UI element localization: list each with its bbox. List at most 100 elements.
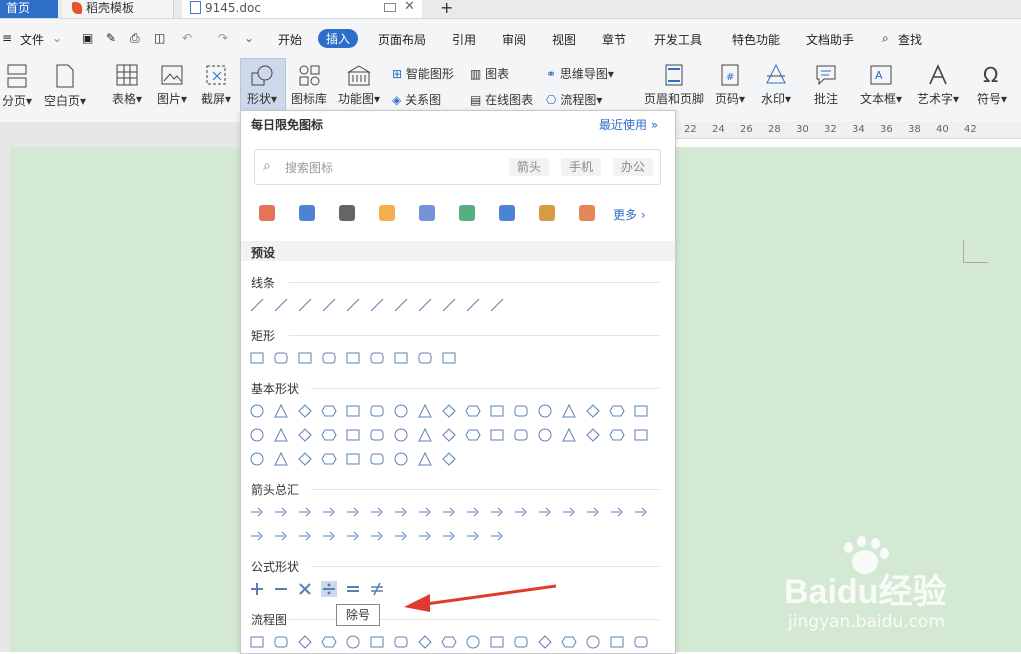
- shape-item[interactable]: [609, 634, 625, 650]
- shape-item[interactable]: [369, 634, 385, 650]
- shape-item[interactable]: [273, 504, 289, 520]
- tab-home[interactable]: 首页: [0, 0, 58, 18]
- shape-item[interactable]: [441, 634, 457, 650]
- shape-item[interactable]: [249, 528, 265, 544]
- shape-item[interactable]: [273, 528, 289, 544]
- menu-references[interactable]: 引用: [452, 31, 476, 48]
- search-icon[interactable]: ⌕: [882, 31, 889, 46]
- shape-item[interactable]: [489, 427, 505, 443]
- shape-item[interactable]: [561, 403, 577, 419]
- shape-item[interactable]: [297, 350, 313, 366]
- shape-item[interactable]: [249, 634, 265, 650]
- shape-item[interactable]: [345, 297, 361, 313]
- comment-button[interactable]: 批注: [810, 64, 842, 107]
- shape-item[interactable]: [489, 297, 505, 313]
- shape-item[interactable]: [393, 403, 409, 419]
- shape-item[interactable]: [417, 528, 433, 544]
- shape-item[interactable]: [321, 504, 337, 520]
- shape-item[interactable]: [609, 427, 625, 443]
- shape-item[interactable]: [321, 451, 337, 467]
- shape-item[interactable]: [369, 403, 385, 419]
- page-number-button[interactable]: # 页码▾: [712, 64, 748, 107]
- hamburger-icon[interactable]: ≡: [2, 31, 12, 45]
- shape-item[interactable]: [441, 504, 457, 520]
- menu-start[interactable]: 开始: [278, 31, 302, 48]
- shape-item[interactable]: [369, 528, 385, 544]
- shape-item[interactable]: [297, 581, 313, 597]
- shape-item[interactable]: [273, 581, 289, 597]
- shape-item[interactable]: [465, 403, 481, 419]
- tab-document[interactable]: 9145.doc ✕: [182, 0, 422, 18]
- shape-item[interactable]: [393, 350, 409, 366]
- shape-item[interactable]: [633, 504, 649, 520]
- shape-item[interactable]: [321, 350, 337, 366]
- shape-item[interactable]: [465, 427, 481, 443]
- shape-item[interactable]: [345, 504, 361, 520]
- shape-item[interactable]: [273, 451, 289, 467]
- shape-item[interactable]: [561, 634, 577, 650]
- shape-item[interactable]: [321, 634, 337, 650]
- shape-item[interactable]: [585, 427, 601, 443]
- tab-daoke-templates[interactable]: 稻壳模板: [62, 0, 174, 18]
- shape-item[interactable]: [273, 427, 289, 443]
- shape-item[interactable]: [441, 297, 457, 313]
- shape-item[interactable]: [417, 504, 433, 520]
- shape-item[interactable]: [489, 634, 505, 650]
- shape-item[interactable]: [633, 403, 649, 419]
- mind-map-button[interactable]: ⚭ 思维导图▾: [546, 65, 614, 82]
- shape-item[interactable]: [393, 634, 409, 650]
- shape-item[interactable]: [321, 403, 337, 419]
- page-break-button[interactable]: 分页▾: [0, 64, 34, 109]
- shape-item[interactable]: [441, 403, 457, 419]
- shape-item[interactable]: [465, 528, 481, 544]
- new-tab-button[interactable]: +: [440, 0, 453, 18]
- shape-item[interactable]: [417, 634, 433, 650]
- shape-item[interactable]: [417, 350, 433, 366]
- shape-item[interactable]: [633, 427, 649, 443]
- shape-item[interactable]: [297, 427, 313, 443]
- shape-item[interactable]: [297, 634, 313, 650]
- header-footer-button[interactable]: 页眉和页脚: [642, 64, 706, 107]
- shape-item[interactable]: [561, 427, 577, 443]
- shape-item[interactable]: [297, 297, 313, 313]
- relation-chart-button[interactable]: ◈ 关系图: [392, 91, 441, 108]
- shape-item[interactable]: [297, 528, 313, 544]
- shape-item[interactable]: [321, 297, 337, 313]
- shape-item[interactable]: [369, 504, 385, 520]
- shape-item[interactable]: [513, 403, 529, 419]
- shape-item[interactable]: [465, 297, 481, 313]
- menu-section[interactable]: 章节: [602, 31, 626, 48]
- screenshot-button[interactable]: 截屏▾: [198, 64, 234, 107]
- shape-item[interactable]: [513, 634, 529, 650]
- shape-item[interactable]: [441, 451, 457, 467]
- shape-item[interactable]: [537, 504, 553, 520]
- shape-item[interactable]: [321, 427, 337, 443]
- flowchart-button[interactable]: ⎔ 流程图▾: [546, 91, 602, 108]
- shape-item[interactable]: [417, 427, 433, 443]
- shape-item[interactable]: [585, 634, 601, 650]
- shape-item[interactable]: [417, 297, 433, 313]
- shape-item[interactable]: [609, 403, 625, 419]
- shape-item[interactable]: [249, 504, 265, 520]
- blank-page-button[interactable]: 空白页▾: [42, 64, 88, 109]
- textbox-button[interactable]: A 文本框▾: [858, 64, 904, 107]
- shape-item[interactable]: [441, 350, 457, 366]
- shape-item[interactable]: [465, 504, 481, 520]
- menu-doc-assistant[interactable]: 文档助手: [806, 31, 854, 48]
- print-preview-icon[interactable]: ◫: [154, 31, 165, 45]
- function-chart-button[interactable]: 功能图▾: [336, 64, 382, 107]
- shape-item[interactable]: [369, 427, 385, 443]
- undo-icon[interactable]: ↶: [182, 31, 192, 45]
- shape-item[interactable]: [297, 451, 313, 467]
- shape-item[interactable]: [465, 634, 481, 650]
- shape-item[interactable]: [369, 581, 385, 597]
- chevron-down-icon[interactable]: ⌄: [52, 31, 62, 45]
- smart-art-button[interactable]: ⊞ 智能图形: [392, 65, 454, 82]
- shape-item[interactable]: [249, 581, 265, 597]
- shape-item[interactable]: [585, 504, 601, 520]
- screen-icon[interactable]: [384, 3, 396, 12]
- shape-item[interactable]: [489, 504, 505, 520]
- picture-button[interactable]: 图片▾: [154, 64, 190, 107]
- symbol-button[interactable]: Ω 符号▾: [974, 64, 1010, 107]
- shape-item[interactable]: [273, 297, 289, 313]
